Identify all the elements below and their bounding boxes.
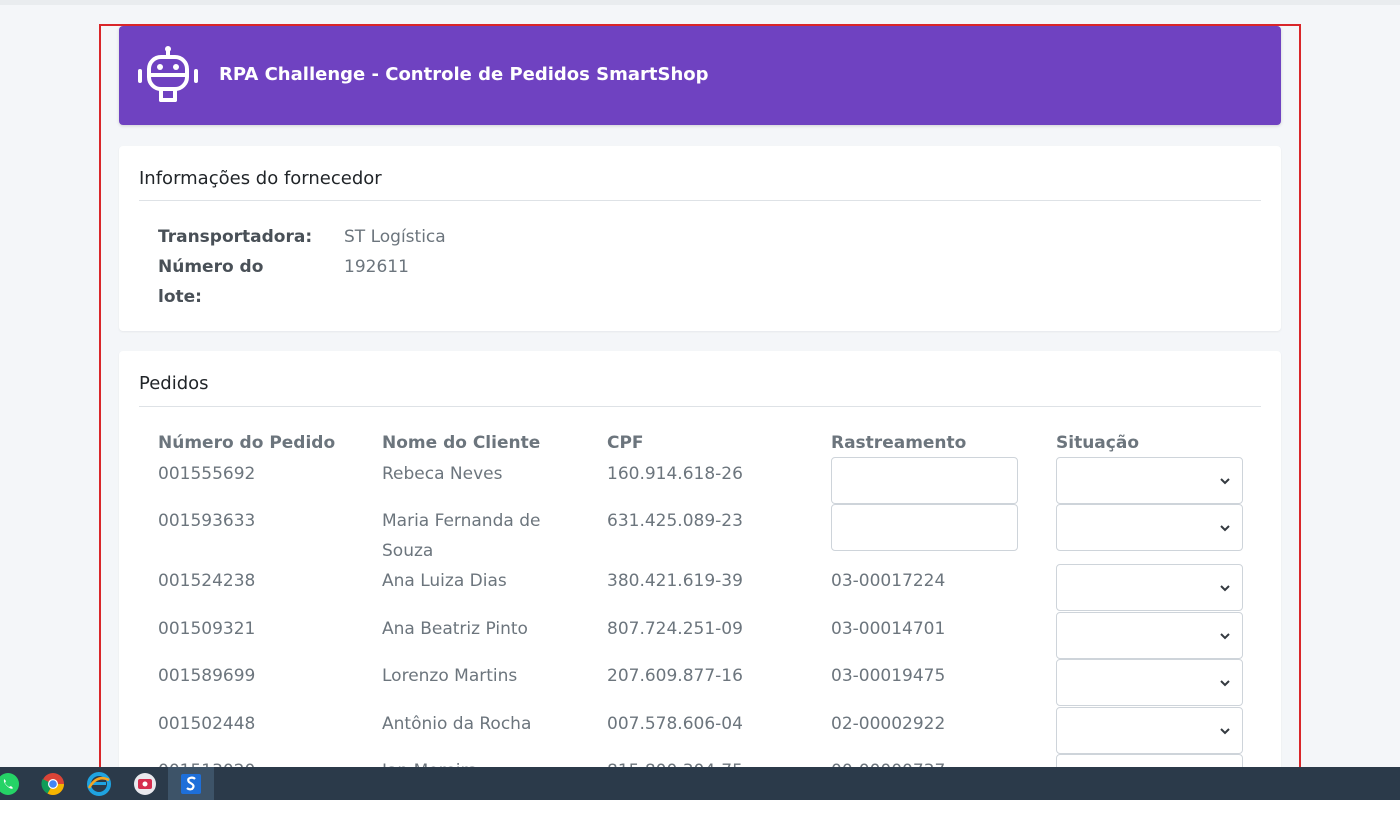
chevron-down-icon <box>1220 680 1230 687</box>
cliente-cell: Antônio da Rocha <box>382 714 532 734</box>
browser-top-strip <box>0 0 1400 5</box>
situacao-select[interactable] <box>1056 612 1243 659</box>
transportadora-label: Transportadora: <box>158 227 313 247</box>
situacao-select[interactable] <box>1056 659 1243 706</box>
pedido-cell: 001555692 <box>158 464 256 484</box>
lote-label: Número do <box>158 257 264 277</box>
pedido-cell: 001593633 <box>158 511 256 531</box>
pedido-cell: 001509321 <box>158 619 256 639</box>
col-header-cliente: Nome do Cliente <box>382 433 541 453</box>
page-bottom-area <box>0 800 1400 825</box>
transportadora-value: ST Logística <box>344 227 446 247</box>
cpf-cell: 807.724.251-09 <box>607 619 743 639</box>
pedido-cell: 001589699 <box>158 666 256 686</box>
chrome-icon[interactable] <box>40 771 66 797</box>
rastreamento-input[interactable] <box>831 504 1018 551</box>
highlight-frame: RPA Challenge - Controle de Pedidos Smar… <box>99 24 1301 800</box>
chevron-down-icon <box>1220 728 1230 735</box>
cliente-cell: Ana Beatriz Pinto <box>382 619 528 639</box>
cpf-cell: 380.421.619-39 <box>607 571 743 591</box>
situacao-select[interactable] <box>1056 457 1243 504</box>
cpf-cell: 207.609.877-16 <box>607 666 743 686</box>
page-title: RPA Challenge - Controle de Pedidos Smar… <box>219 64 709 85</box>
chevron-down-icon <box>1220 478 1230 485</box>
robot-icon <box>138 46 198 102</box>
edge-icon[interactable] <box>86 771 112 797</box>
taskbar <box>0 767 1400 800</box>
cpf-cell: 160.914.618-26 <box>607 464 743 484</box>
col-header-situacao: Situação <box>1056 433 1139 453</box>
whatsapp-icon[interactable] <box>0 771 21 797</box>
cliente-cell-line2: Souza <box>382 541 434 561</box>
supplier-card-title: Informações do fornecedor <box>139 168 382 189</box>
cliente-cell: Rebeca Neves <box>382 464 503 484</box>
situacao-select[interactable] <box>1056 707 1243 754</box>
col-header-rastreamento: Rastreamento <box>831 433 967 453</box>
chevron-down-icon <box>1220 585 1230 592</box>
orders-card: Pedidos Número do Pedido Nome do Cliente… <box>119 351 1281 798</box>
situacao-select[interactable] <box>1056 564 1243 611</box>
rastreamento-cell: 03-00019475 <box>831 666 946 686</box>
supplier-card: Informações do fornecedor Transportadora… <box>119 146 1281 331</box>
chevron-down-icon <box>1220 633 1230 640</box>
lote-value: 192611 <box>344 257 409 277</box>
divider <box>139 406 1261 407</box>
col-header-pedido: Número do Pedido <box>158 433 336 453</box>
rastreamento-input[interactable] <box>831 457 1018 504</box>
cliente-cell: Lorenzo Martins <box>382 666 518 686</box>
pedido-cell: 001502448 <box>158 714 256 734</box>
app-s-icon[interactable] <box>178 771 204 797</box>
cpf-cell: 631.425.089-23 <box>607 511 743 531</box>
rastreamento-cell: 03-00014701 <box>831 619 946 639</box>
cliente-cell: Ana Luiza Dias <box>382 571 507 591</box>
screen-recorder-icon[interactable] <box>132 771 158 797</box>
rastreamento-cell: 02-00002922 <box>831 714 946 734</box>
rastreamento-cell: 03-00017224 <box>831 571 946 591</box>
col-header-cpf: CPF <box>607 433 644 453</box>
situacao-select[interactable] <box>1056 504 1243 551</box>
orders-card-title: Pedidos <box>139 373 209 394</box>
pedido-cell: 001524238 <box>158 571 256 591</box>
cpf-cell: 007.578.606-04 <box>607 714 743 734</box>
cliente-cell: Maria Fernanda de <box>382 511 541 531</box>
divider <box>139 200 1261 201</box>
lote-label-line2: lote: <box>158 287 202 307</box>
chevron-down-icon <box>1220 525 1230 532</box>
app-header: RPA Challenge - Controle de Pedidos Smar… <box>119 26 1281 125</box>
